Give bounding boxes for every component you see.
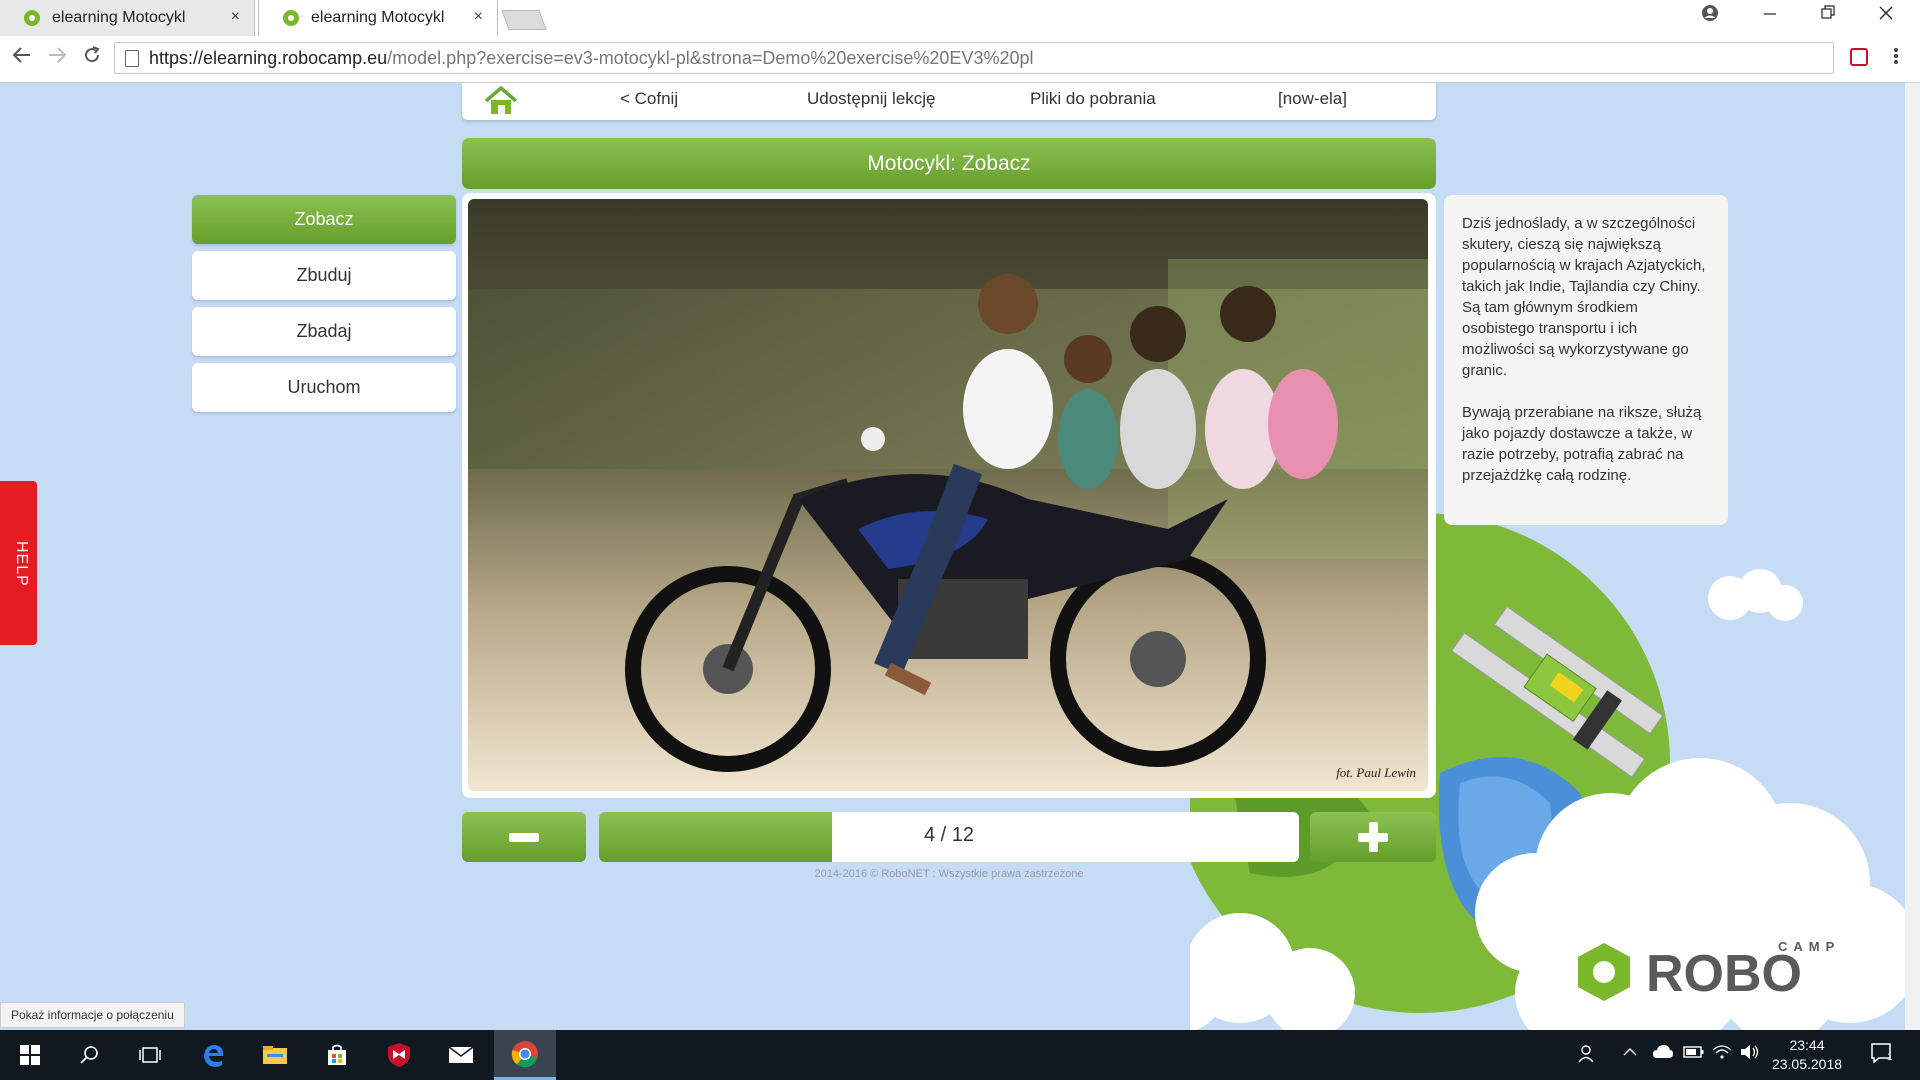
file-explorer-icon[interactable] bbox=[250, 1030, 300, 1080]
reload-icon[interactable] bbox=[82, 45, 102, 71]
browser-toolbar: https://elearning.robocamp.eu/model.php?… bbox=[0, 36, 1920, 83]
mcafee-shield-icon[interactable] bbox=[374, 1030, 424, 1080]
minimize-window-icon[interactable] bbox=[1750, 4, 1790, 27]
browser-titlebar: elearning Motocykl × elearning Motocykl … bbox=[0, 0, 1920, 36]
browser-tab[interactable]: elearning Motocykl × bbox=[0, 0, 255, 36]
close-window-icon[interactable] bbox=[1866, 4, 1906, 27]
back-arrow-icon[interactable] bbox=[12, 45, 32, 71]
clock-time: 23:44 bbox=[1789, 1037, 1825, 1053]
forward-arrow-icon[interactable] bbox=[47, 45, 67, 71]
windows-start-icon[interactable] bbox=[5, 1030, 55, 1080]
tab-zbadaj[interactable]: Zbadaj bbox=[192, 307, 456, 356]
minus-icon bbox=[509, 833, 539, 842]
profile-icon[interactable] bbox=[1690, 4, 1730, 27]
connection-info-status: Pokaż informacje o połączeniu bbox=[0, 1002, 185, 1028]
share-lesson-link[interactable]: Udostępnij lekcję bbox=[807, 89, 936, 109]
tab-uruchom[interactable]: Uruchom bbox=[192, 363, 456, 412]
home-icon[interactable] bbox=[484, 86, 518, 116]
tab-title: elearning Motocykl bbox=[311, 9, 445, 26]
page-info-icon[interactable] bbox=[125, 50, 139, 67]
edge-browser-icon[interactable] bbox=[188, 1030, 238, 1080]
chrome-taskbar-icon[interactable] bbox=[494, 1030, 556, 1080]
motorcycle-family-photo: fot. Paul Lewin bbox=[468, 199, 1428, 791]
user-account-link[interactable]: [now-ela] bbox=[1278, 89, 1347, 109]
lesson-photo-frame: fot. Paul Lewin bbox=[462, 193, 1436, 798]
lesson-top-nav: < Cofnij Udostępnij lekcję Pliki do pobr… bbox=[462, 83, 1436, 120]
close-tab-icon[interactable]: × bbox=[231, 8, 240, 26]
previous-page-button[interactable] bbox=[462, 812, 586, 862]
address-bar[interactable]: https://elearning.robocamp.eu/model.php?… bbox=[114, 42, 1834, 74]
battery-icon[interactable] bbox=[1683, 1044, 1705, 1065]
help-side-tab[interactable]: HELP bbox=[0, 481, 37, 645]
next-page-button[interactable] bbox=[1310, 812, 1436, 862]
copyright-footer: 2014-2016 © RoboNET : Wszystkie prawa za… bbox=[814, 868, 1084, 880]
url-host: https://elearning.robocamp.eu bbox=[149, 48, 388, 68]
page-counter: 4 / 12 bbox=[923, 824, 975, 846]
browser-tab-active[interactable]: elearning Motocykl × bbox=[258, 0, 498, 36]
mail-icon[interactable] bbox=[436, 1030, 486, 1080]
back-link[interactable]: < Cofnij bbox=[620, 89, 678, 109]
downloads-link[interactable]: Pliki do pobrania bbox=[1030, 89, 1156, 109]
restore-window-icon[interactable] bbox=[1808, 4, 1848, 27]
microsoft-store-icon[interactable] bbox=[312, 1030, 362, 1080]
wifi-icon[interactable] bbox=[1712, 1044, 1732, 1065]
people-icon[interactable] bbox=[1578, 1044, 1598, 1069]
chevron-up-icon[interactable] bbox=[1622, 1044, 1638, 1065]
task-view-icon[interactable] bbox=[125, 1030, 175, 1080]
new-tab-button[interactable] bbox=[501, 10, 547, 30]
page-viewport: ROBO CAMP < Cofnij Udostępnij lekcję Pli… bbox=[0, 83, 1905, 1030]
tab-zobacz[interactable]: Zobacz bbox=[192, 195, 456, 244]
tab-zbuduj[interactable]: Zbuduj bbox=[192, 251, 456, 300]
photo-credit: fot. Paul Lewin bbox=[1336, 765, 1416, 780]
tab-title: elearning Motocykl bbox=[52, 9, 186, 26]
page-scrollbar[interactable] bbox=[1905, 83, 1920, 1030]
robocamp-favicon-icon bbox=[283, 10, 299, 26]
lesson-title: Motocykl: Zobacz bbox=[462, 138, 1436, 189]
help-label: HELP bbox=[13, 541, 30, 587]
windows-taskbar: 23:44 23.05.2018 1 bbox=[0, 1030, 1920, 1080]
url-path: /model.php?exercise=ev3-motocykl-pl&stro… bbox=[387, 48, 1034, 68]
volume-icon[interactable] bbox=[1740, 1044, 1760, 1065]
page-progress-bar: 4 / 12 bbox=[599, 812, 1299, 862]
chrome-menu-icon[interactable] bbox=[1893, 46, 1899, 72]
logo-sub: CAMP bbox=[1778, 939, 1840, 954]
search-icon[interactable] bbox=[65, 1030, 115, 1080]
description-paragraph: Bywają przerabiane na riksze, służą jako… bbox=[1462, 404, 1702, 484]
notifications-icon[interactable]: 1 bbox=[1870, 1042, 1896, 1071]
clock-date: 23.05.2018 bbox=[1771, 1056, 1843, 1072]
extension-shield-icon[interactable] bbox=[1850, 48, 1868, 66]
onedrive-cloud-icon[interactable] bbox=[1652, 1044, 1674, 1065]
robocamp-logo: ROBO CAMP bbox=[1572, 935, 1872, 1020]
close-tab-icon[interactable]: × bbox=[474, 8, 483, 26]
lesson-description: Dziś jednoślady, a w szczególności skute… bbox=[1444, 195, 1728, 525]
notification-count: 1 bbox=[1887, 1052, 1893, 1063]
robocamp-favicon-icon bbox=[24, 10, 40, 26]
description-paragraph: Dziś jednoślady, a w szczególności skute… bbox=[1462, 215, 1706, 379]
system-clock[interactable]: 23:44 23.05.2018 bbox=[1762, 1036, 1852, 1074]
